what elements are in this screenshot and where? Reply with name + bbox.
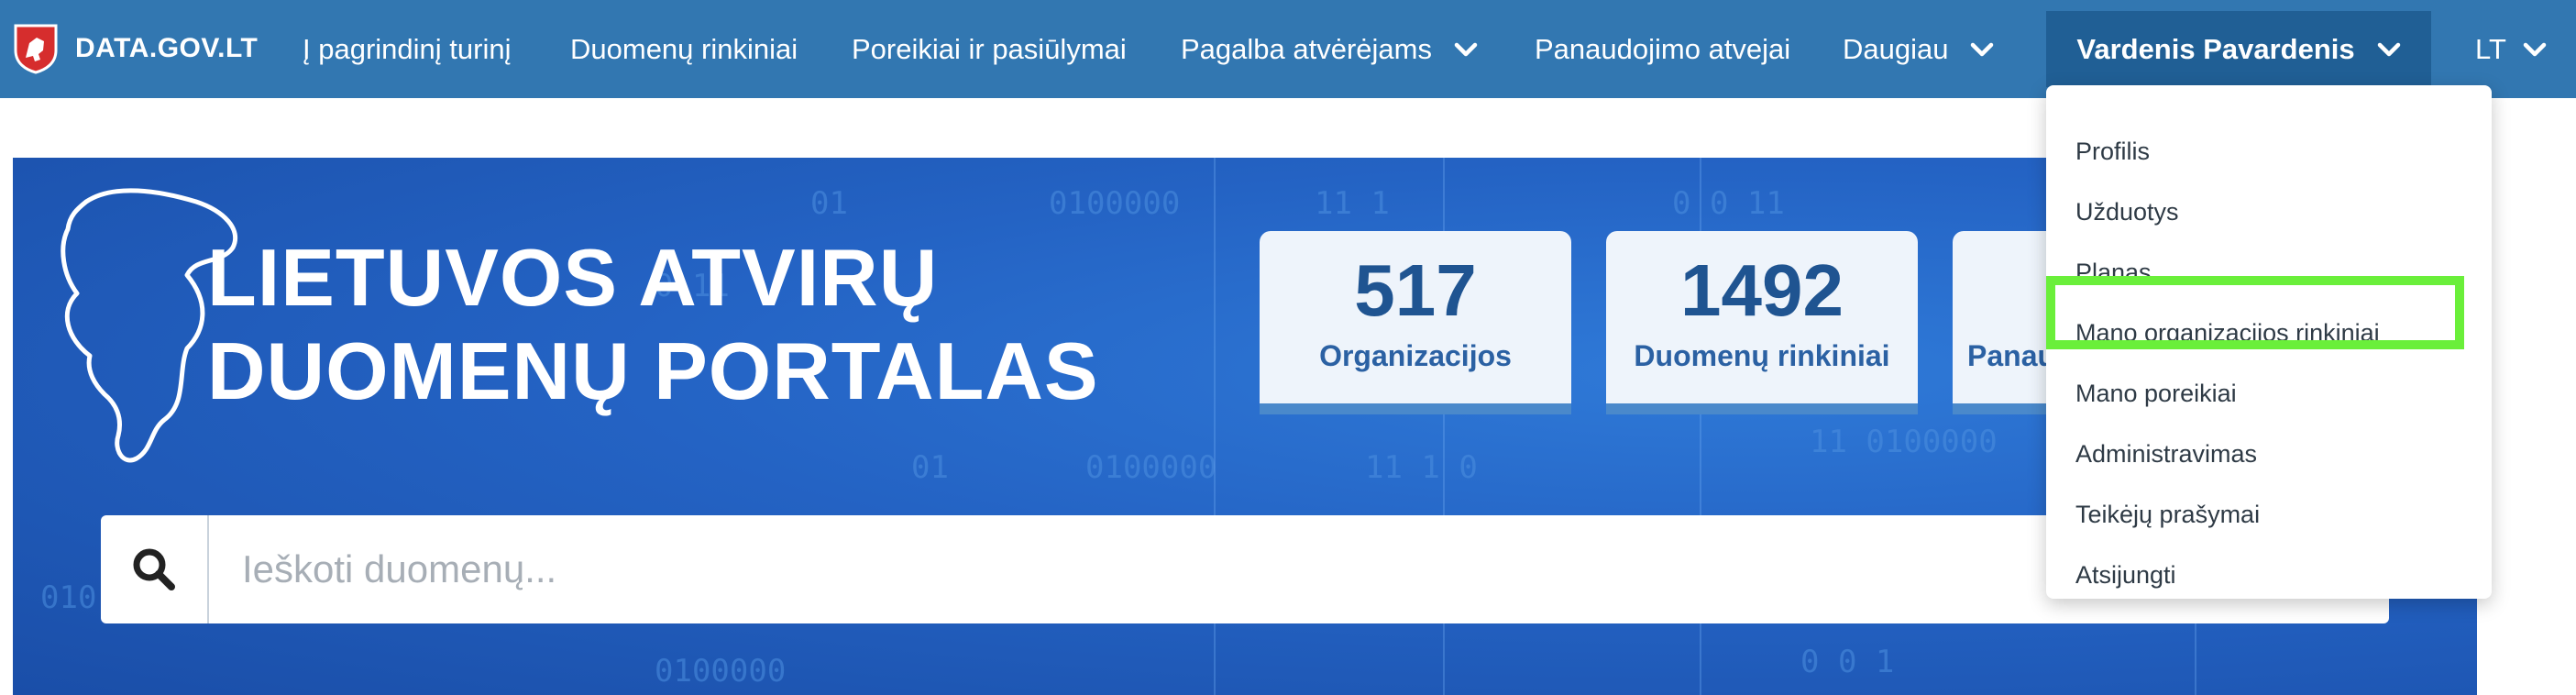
binary-decoration: 0 0 1 <box>1800 644 1895 680</box>
binary-decoration: 010 <box>40 579 97 616</box>
search-icon <box>133 548 175 590</box>
chevron-down-icon <box>2377 42 2400 56</box>
binary-decoration: 11 1 <box>1315 185 1390 222</box>
stat-card-datasets[interactable]: 1492 Duomenų rinkiniai <box>1606 231 1918 414</box>
binary-decoration: 01 <box>810 185 848 222</box>
chevron-down-icon <box>2523 42 2547 56</box>
top-navbar: DATA.GOV.LT Į pagrindinį turinį Duomenų … <box>0 0 2576 98</box>
chevron-down-icon <box>1971 42 1994 56</box>
stat-value: 1492 <box>1680 249 1844 331</box>
binary-decoration: 01 <box>911 449 949 486</box>
user-menu-button[interactable]: Vardenis Pavardenis <box>2046 11 2431 87</box>
nav-use-cases[interactable]: Panaudojimo atvejai <box>1535 0 1790 98</box>
nav-requests-suggestions[interactable]: Poreikiai ir pasiūlymai <box>852 0 1127 98</box>
search-button[interactable] <box>101 515 209 623</box>
nav-help-publishers-label: Pagalba atvėrėjams <box>1181 32 1432 65</box>
stat-label: Organizacijos <box>1319 339 1512 372</box>
binary-decoration: 0100000 <box>655 653 787 689</box>
portal-title: LIETUVOS ATVIRŲ DUOMENŲ PORTALAS <box>207 231 1099 418</box>
stat-value: 517 <box>1354 249 1477 331</box>
binary-decoration: 0 0 11 <box>1672 185 1785 222</box>
language-selector[interactable]: LT <box>2475 0 2547 98</box>
user-name: Vardenis Pavardenis <box>2076 32 2355 65</box>
language-label: LT <box>2475 32 2506 65</box>
nav-datasets[interactable]: Duomenų rinkiniai <box>570 0 798 98</box>
binary-decoration: 0100000 <box>1085 449 1217 486</box>
coat-of-arms-icon <box>14 24 58 74</box>
binary-decoration: 11 0100000 <box>1810 424 1998 460</box>
chevron-down-icon <box>1454 42 1478 56</box>
nav-more[interactable]: Daugiau <box>1843 0 1994 98</box>
binary-decoration: 0100000 <box>1049 185 1181 222</box>
menu-item-logout[interactable]: Atsijungti <box>2075 557 2176 593</box>
stat-label: Duomenų rinkiniai <box>1634 339 1890 372</box>
menu-item-administration[interactable]: Administravimas <box>2075 436 2257 472</box>
menu-item-profile[interactable]: Profilis <box>2075 133 2150 170</box>
portal-title-line-1: LIETUVOS ATVIRŲ <box>207 232 939 323</box>
nav-skip-to-content[interactable]: Į pagrindinį turinį <box>303 0 511 98</box>
nav-more-label: Daugiau <box>1843 32 1949 65</box>
brand-name: DATA.GOV.LT <box>75 33 259 63</box>
menu-item-tasks[interactable]: Užduotys <box>2075 193 2179 230</box>
menu-item-my-requests[interactable]: Mano poreikiai <box>2075 375 2237 412</box>
brand-link[interactable]: DATA.GOV.LT <box>13 22 258 75</box>
portal-title-line-2: DUOMENŲ PORTALAS <box>207 325 1099 416</box>
highlight-box <box>2046 276 2464 349</box>
stat-card-organizations[interactable]: 517 Organizacijos <box>1260 231 1571 414</box>
binary-decoration: 11 1 0 <box>1365 449 1478 486</box>
nav-help-publishers[interactable]: Pagalba atvėrėjams <box>1181 0 1478 98</box>
menu-item-provider-requests[interactable]: Teikėjų prašymai <box>2075 496 2260 533</box>
